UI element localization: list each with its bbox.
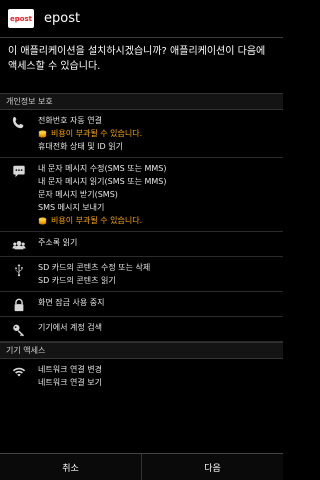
next-button[interactable]: 다음 bbox=[142, 454, 283, 480]
message-icon bbox=[0, 162, 38, 227]
section-header: 개인정보 보호 bbox=[0, 93, 283, 110]
permission-item: 전화번호 자동 연결 bbox=[38, 116, 102, 125]
key-icon bbox=[0, 321, 38, 337]
permission-item: 네트워크 연결 보기 bbox=[38, 378, 102, 387]
wifi-icon bbox=[0, 363, 38, 389]
permission-lines: SD 카드의 콘텐츠 수정 또는 삭제 SD 카드의 콘텐츠 읽기 bbox=[38, 261, 277, 287]
install-prompt: 이 애플리케이션을 설치하시겠습니까? 애플리케이션이 다음에 액세스할 수 있… bbox=[8, 46, 266, 72]
permission-item: 주소록 읽기 bbox=[38, 238, 78, 247]
permission-group: 내 문자 메시지 수정(SMS 또는 MMS) 내 문자 메시지 읽기(SMS 또… bbox=[0, 158, 283, 232]
permission-item: 휴대전화 상태 및 ID 읽기 bbox=[38, 142, 123, 151]
lock-icon bbox=[0, 296, 38, 312]
cost-warning-text: 비용이 부과될 수 있습니다. bbox=[51, 129, 143, 138]
permission-group: 전화번호 자동 연결비용이 부과될 수 있습니다. 휴대전화 상태 및 ID 읽기 bbox=[0, 110, 283, 158]
permission-item: 네트워크 연결 변경 bbox=[38, 365, 102, 374]
permission-item: 기기에서 계정 검색 bbox=[38, 323, 102, 332]
app-logo: epost bbox=[8, 9, 34, 28]
section-header: 기기 액세스 bbox=[0, 342, 283, 359]
cost-warning: 비용이 부과될 수 있습니다. bbox=[38, 127, 277, 140]
permission-item: SMS 메시지 보내기 bbox=[38, 203, 105, 212]
permission-item: SD 카드의 콘텐츠 수정 또는 삭제 bbox=[38, 263, 151, 272]
coin-icon bbox=[38, 130, 47, 138]
usb-icon bbox=[0, 261, 38, 287]
permission-lines: 네트워크 연결 변경네트워크 연결 보기 bbox=[38, 363, 277, 389]
permission-lines: 화면 잠금 사용 중지 bbox=[38, 296, 277, 312]
permission-group: 기기에서 계정 검색 bbox=[0, 317, 283, 342]
permission-item: 내 문자 메시지 수정(SMS 또는 MMS) bbox=[38, 164, 167, 173]
permission-item: SD 카드의 콘텐츠 읽기 bbox=[38, 276, 116, 285]
permission-group: 네트워크 연결 변경네트워크 연결 보기 bbox=[0, 359, 283, 393]
title-bar: epost epost bbox=[0, 0, 283, 38]
cost-warning-text: 비용이 부과될 수 있습니다. bbox=[51, 216, 143, 225]
phone-icon bbox=[0, 114, 38, 153]
app-logo-text: epost bbox=[9, 14, 33, 23]
permission-lines: 기기에서 계정 검색 bbox=[38, 321, 277, 337]
cancel-button[interactable]: 취소 bbox=[0, 454, 141, 480]
permission-group: 주소록 읽기 bbox=[0, 232, 283, 257]
cost-warning: 비용이 부과될 수 있습니다. bbox=[38, 214, 277, 227]
permission-list[interactable]: 개인정보 보호전화번호 자동 연결비용이 부과될 수 있습니다. 휴대전화 상태 … bbox=[0, 93, 283, 453]
button-bar: 취소 다음 bbox=[0, 453, 283, 480]
permission-item: 내 문자 메시지 읽기(SMS 또는 MMS) bbox=[38, 177, 167, 186]
coin-icon bbox=[38, 217, 47, 225]
permission-lines: 내 문자 메시지 수정(SMS 또는 MMS) 내 문자 메시지 읽기(SMS 또… bbox=[38, 162, 277, 227]
permission-item: 화면 잠금 사용 중지 bbox=[38, 298, 105, 307]
contacts-icon bbox=[0, 236, 38, 252]
permission-group: SD 카드의 콘텐츠 수정 또는 삭제 SD 카드의 콘텐츠 읽기 bbox=[0, 257, 283, 292]
permission-group: 화면 잠금 사용 중지 bbox=[0, 292, 283, 317]
permission-lines: 주소록 읽기 bbox=[38, 236, 277, 252]
permission-lines: 전화번호 자동 연결비용이 부과될 수 있습니다. 휴대전화 상태 및 ID 읽기 bbox=[38, 114, 277, 153]
app-title: epost bbox=[44, 11, 81, 26]
permission-item: 문자 메시지 받기(SMS) bbox=[38, 190, 118, 199]
